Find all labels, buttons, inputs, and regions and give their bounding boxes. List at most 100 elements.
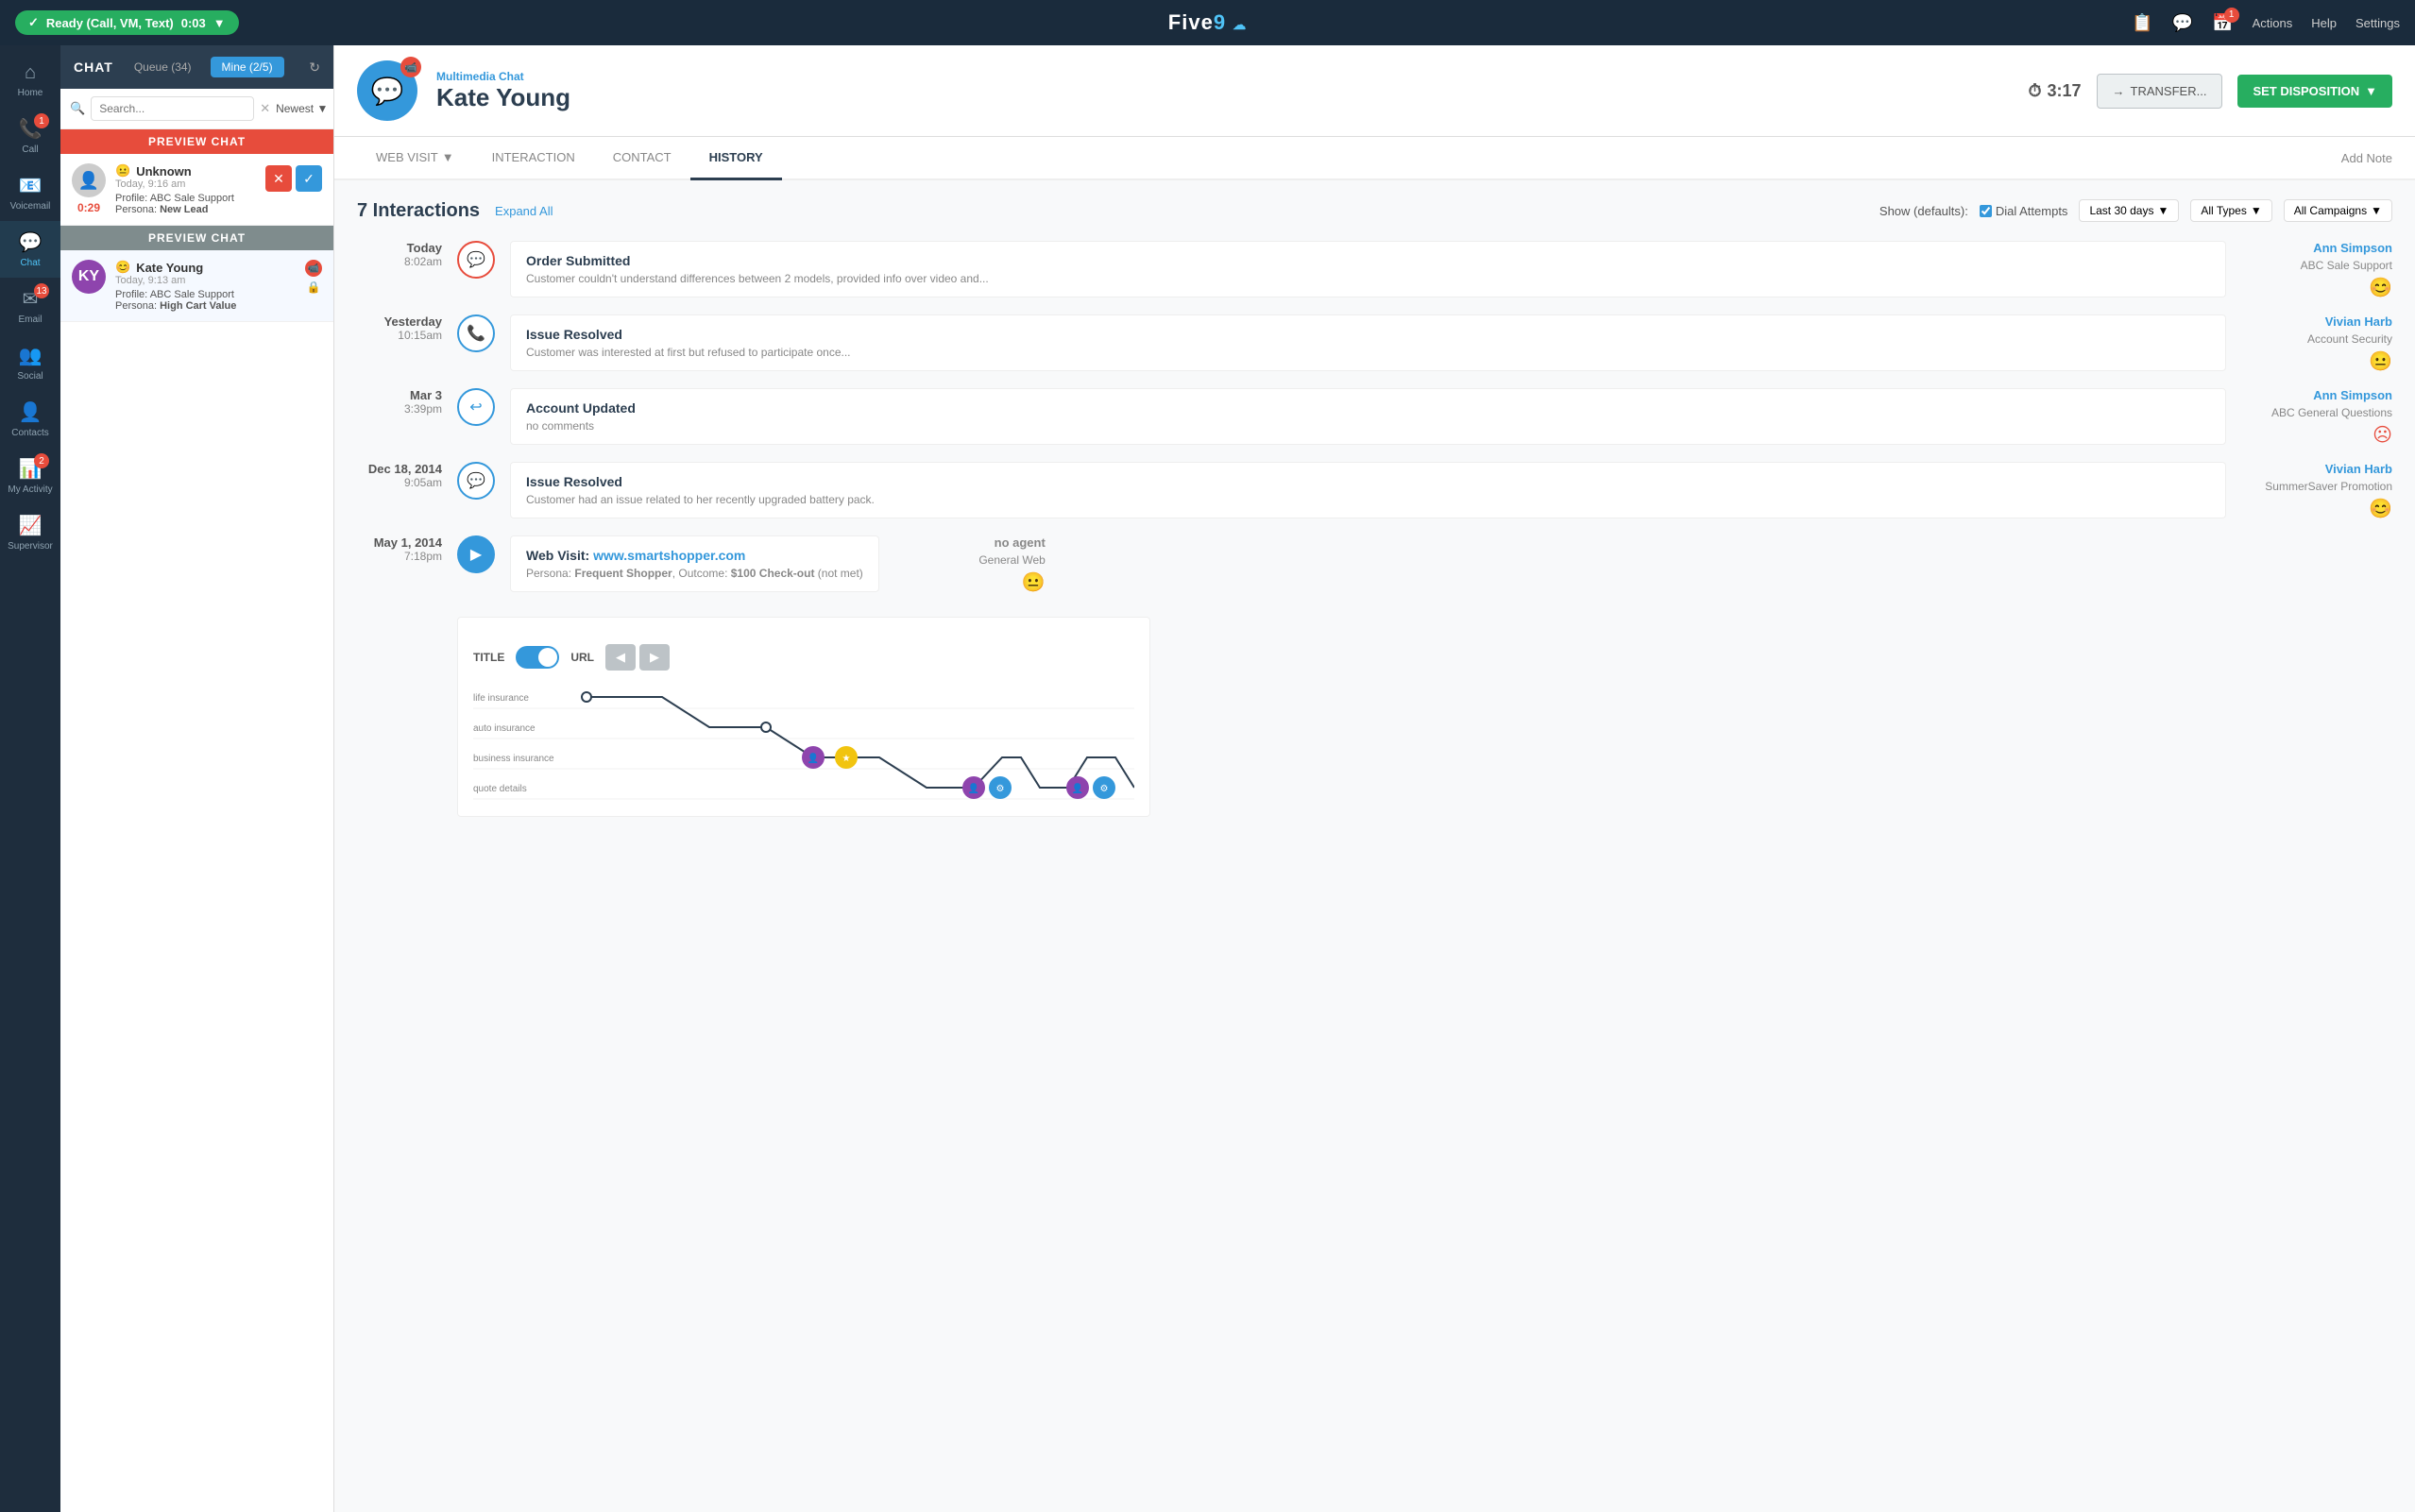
expand-all-button[interactable]: Expand All [495,204,553,218]
web-visit-url[interactable]: www.smartshopper.com [593,548,745,563]
sidebar-item-social[interactable]: 👥 Social [0,334,60,391]
kate-profile: Profile: ABC Sale Support [115,289,296,300]
campaign-name-5: General Web [978,553,1045,567]
dial-attempts-checkbox[interactable] [1980,205,1992,217]
ready-badge[interactable]: ✓ Ready (Call, VM, Text) 0:03 ▼ [15,10,239,35]
tab-web-visit[interactable]: WEB VISIT ▼ [357,137,473,180]
journey-person-icon: 👤 [808,752,819,764]
interaction-title-5: Web Visit: www.smartshopper.com [526,548,863,563]
interaction-order-submitted: Today 8:02am 💬 Order Submitted Customer … [357,241,2392,299]
sidebar-item-voicemail[interactable]: 📧 Voicemail [0,164,60,221]
accept-button[interactable]: ✓ [296,165,322,192]
interaction-body-1[interactable]: Order Submitted Customer couldn't unders… [510,241,2226,297]
add-note-button[interactable]: Add Note [2341,151,2392,165]
help-button[interactable]: Help [2311,16,2337,30]
contact-name: Kate Young [436,83,2009,112]
preview-chat-header-1: PREVIEW CHAT [60,129,333,154]
sidebar: ⌂ Home 📞 1 Call 📧 Voicemail 💬 Chat ✉ 13 … [0,45,60,1512]
agent-name-1[interactable]: Ann Simpson [2313,241,2392,255]
agent-name-3[interactable]: Ann Simpson [2313,388,2392,402]
interaction-body-3[interactable]: Account Updated no comments [510,388,2226,445]
agent-name-4[interactable]: Vivian Harb [2325,462,2392,476]
tab-contact[interactable]: CONTACT [594,137,690,180]
sentiment-icon-2: 😐 [2369,349,2392,373]
interaction-date-5: May 1, 2014 7:18pm [357,535,442,563]
notes-icon[interactable]: 📋 [2132,13,2152,33]
contact-header-right: ⏱ 3:17 → TRANSFER... SET DISPOSITION ▼ [2028,74,2392,109]
chat-item-unknown[interactable]: 👤 0:29 😐 Unknown Today, 9:16 am Profile:… [60,154,333,226]
chat-item-kate[interactable]: KY 😊 Kate Young Today, 9:13 am Profile: … [60,250,333,322]
top-bar-right: 📋 💬 📅 1 Actions Help Settings [2132,13,2400,33]
video-badge-icon: 📹 [305,260,322,277]
sidebar-label-chat: Chat [20,258,40,268]
queue-tab[interactable]: Queue (34) [123,57,203,77]
interaction-body-2[interactable]: Issue Resolved Customer was interested a… [510,314,2226,371]
contact-avatar-icon: 💬 [371,76,404,107]
journey-q1-icon: 👤 [968,782,979,794]
dropdown-arrow-icon: ▼ [213,16,226,30]
tab-bar: WEB VISIT ▼ INTERACTION CONTACT HISTORY … [334,137,2415,180]
agent-name-2[interactable]: Vivian Harb [2325,314,2392,329]
all-campaigns-filter-button[interactable]: All Campaigns ▼ [2284,199,2392,222]
title-url-toggle[interactable] [516,646,559,669]
interaction-title-3: Account Updated [526,400,2210,416]
sidebar-label-home: Home [18,88,43,98]
refresh-icon[interactable]: ↻ [309,59,320,76]
sidebar-label-email: Email [18,314,42,325]
nav-arrows: ◀ ▶ [605,644,670,671]
tab-history[interactable]: HISTORY [690,137,782,180]
all-types-arrow-icon: ▼ [2251,204,2262,217]
search-icon: 🔍 [70,101,85,116]
all-types-filter-button[interactable]: All Types ▼ [2190,199,2271,222]
interactions-count: 7 Interactions [357,200,480,222]
contact-info: Multimedia Chat Kate Young [436,70,2009,112]
dial-attempts-filter[interactable]: Dial Attempts [1980,204,2068,218]
settings-button[interactable]: Settings [2355,16,2400,30]
sidebar-label-call: Call [22,144,38,155]
interaction-issue-resolved-2: Dec 18, 2014 9:05am 💬 Issue Resolved Cus… [357,462,2392,520]
actions-button[interactable]: Actions [2253,16,2293,30]
interaction-date-1: Today 8:02am [357,241,442,268]
home-icon: ⌂ [25,62,36,84]
search-input[interactable] [91,96,254,121]
sidebar-item-supervisor[interactable]: 📈 Supervisor [0,504,60,561]
sidebar-item-chat[interactable]: 💬 Chat [0,221,60,278]
sidebar-label-contacts: Contacts [11,428,48,438]
sidebar-item-email[interactable]: ✉ 13 Email [0,278,60,334]
smiley-icon: 😐 [115,163,130,178]
journey-node-2 [761,722,771,732]
interaction-body-4[interactable]: Issue Resolved Customer had an issue rel… [510,462,2226,518]
clear-search-icon[interactable]: ✕ [260,101,270,116]
sidebar-item-contacts[interactable]: 👤 Contacts [0,391,60,448]
unknown-time: Today, 9:16 am [115,178,256,190]
set-disposition-button[interactable]: SET DISPOSITION ▼ [2237,75,2392,108]
sidebar-item-call[interactable]: 📞 1 Call [0,108,60,164]
disposition-arrow-icon: ▼ [2365,84,2377,98]
calendar-icon[interactable]: 📅 1 [2212,13,2233,33]
tab-interaction[interactable]: INTERACTION [473,137,594,180]
sidebar-label-myactivity: My Activity [8,484,52,495]
transfer-button[interactable]: → TRANSFER... [2097,74,2223,109]
mine-tab[interactable]: Mine (2/5) [211,57,284,77]
update-icon-3: ↩ [469,398,482,416]
person-icon: 👤 [78,171,99,191]
interaction-title-1: Order Submitted [526,253,2210,268]
sort-button[interactable]: Newest ▼ [276,102,328,115]
chat-icon[interactable]: 💬 [2172,13,2193,33]
chat-search: 🔍 ✕ Newest ▼ [60,89,333,129]
kate-time: Today, 9:13 am [115,275,296,286]
sidebar-item-home[interactable]: ⌂ Home [0,53,60,108]
play-icon-5: ▶ [470,545,482,564]
prev-arrow[interactable]: ◀ [605,644,636,671]
sidebar-item-myactivity[interactable]: 📊 2 My Activity [0,448,60,504]
interaction-right-4: Vivian Harb SummerSaver Promotion 😊 [2241,462,2392,520]
next-arrow[interactable]: ▶ [639,644,670,671]
show-label: Show (defaults): [1879,204,1968,218]
timer-label: 0:03 [181,16,206,30]
interaction-body-5[interactable]: Web Visit: www.smartshopper.com Persona:… [510,535,879,592]
interaction-right-3: Ann Simpson ABC General Questions ☹ [2241,388,2392,447]
web-visit-detail-panel: TITLE URL ◀ ▶ [457,617,1150,817]
last30-filter-button[interactable]: Last 30 days ▼ [2079,199,2179,222]
history-header: 7 Interactions Expand All Show (defaults… [357,199,2392,222]
reject-button[interactable]: ✕ [265,165,292,192]
